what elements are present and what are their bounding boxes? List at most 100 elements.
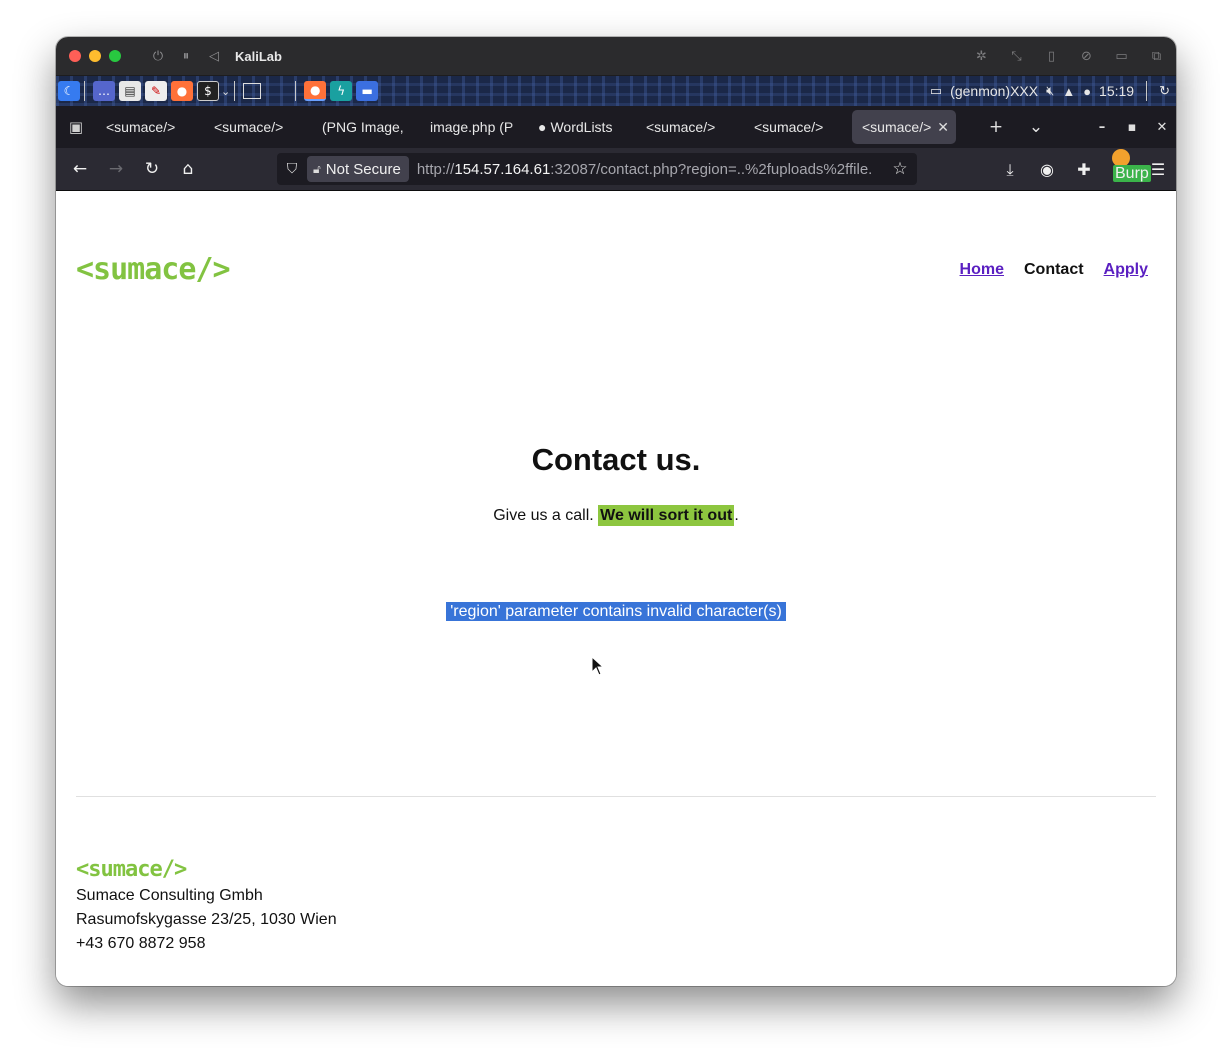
folder-icon[interactable]: ▭ (1114, 49, 1129, 64)
tab-label: <sumace/> (214, 119, 284, 135)
panel-separator (295, 81, 297, 101)
tab-bar: ▣ <sumace/> <sumace/> (PNG Image, image.… (56, 106, 1176, 148)
footer-logo: <sumace/> (76, 857, 187, 882)
editor-icon[interactable]: ✎ (145, 81, 167, 101)
reload-icon[interactable]: ↻ (134, 159, 170, 179)
url-host: 154.57.164.61 (454, 160, 551, 178)
tab-list-icon[interactable]: ▣ (56, 118, 96, 136)
chevron-down-icon[interactable]: ⌄ (221, 85, 230, 98)
url-text[interactable]: http://154.57.164.61:32087/contact.php?r… (417, 161, 873, 178)
account-icon[interactable]: ◉ (1037, 160, 1057, 179)
tab[interactable]: (PNG Image, (312, 110, 420, 144)
terminal-launcher-icon[interactable]: … (93, 81, 115, 101)
url-rest: :32087/contact.php?region=..%2fuploads%2… (550, 160, 873, 178)
panel-separator (234, 81, 236, 101)
tab-label: (PNG Image, (322, 119, 404, 135)
subtitle-highlight: We will sort it out (598, 505, 735, 526)
security-indicator[interactable]: 🔓︎ Not Secure (307, 156, 409, 182)
web-page: <sumace/> Home Contact Apply Contact us.… (56, 191, 1176, 986)
minimize-window-button[interactable] (89, 50, 101, 62)
burp-extension-icon[interactable]: Burp (1111, 148, 1151, 191)
insecure-lock-icon: 🔓︎ (313, 161, 321, 176)
tab[interactable]: image.php (P (420, 110, 528, 144)
tab[interactable]: <sumace/> (636, 110, 744, 144)
workspace-icon[interactable] (243, 83, 262, 99)
tab-active[interactable]: <sumace/> ✕ (852, 110, 956, 144)
monitor-icon[interactable]: ▭ (930, 83, 942, 99)
close-tab-icon[interactable]: ✕ (937, 119, 949, 136)
footer-phone: +43 670 8872 958 (76, 935, 206, 952)
tab-label: <sumace/> (106, 119, 176, 135)
footer-address: Rasumofskygasse 23/25, 1030 Wien (76, 911, 337, 928)
bookmark-star-icon[interactable]: ☆ (887, 153, 913, 185)
kali-panel: ☾ … ▤ ✎ ● $ ⌄ ● ϟ ▬ ▭ (genmon)XXX 🔇︎ ▲ ●… (56, 76, 1176, 106)
back-icon[interactable]: ← (62, 159, 98, 179)
home-icon[interactable]: ⌂ (170, 159, 206, 179)
network-icon[interactable]: ⊘ (1079, 49, 1094, 64)
subtitle-suffix: . (734, 507, 739, 524)
tab-label: image.php (P (430, 119, 514, 135)
url-bar[interactable]: ⛉ 🔓︎ Not Secure http://154.57.164.61:320… (277, 153, 917, 185)
files-icon[interactable]: ▤ (119, 81, 141, 101)
page-title: Contact us. (531, 442, 701, 477)
github-icon: ● (538, 119, 547, 135)
tab-label: <sumace/> (754, 119, 824, 135)
refresh-icon[interactable]: ↻ (1159, 83, 1170, 99)
security-label: Not Secure (325, 160, 401, 178)
subtitle: Give us a call. We will sort it out. (56, 505, 1176, 526)
resize-icon[interactable]: ⤡ (1009, 49, 1024, 64)
vm-titlebar: ⏻ ⏸ ◁ KaliLab ✲ ⤡ ▯ ⊘ ▭ ⧉ (56, 37, 1176, 76)
kali-menu-icon[interactable]: ☾ (58, 81, 80, 101)
tab[interactable]: ● WordLists (528, 110, 636, 144)
site-nav: Home Contact Apply (960, 261, 1148, 279)
new-tab-icon[interactable]: + (976, 117, 1016, 137)
nav-link-contact[interactable]: Contact (1024, 261, 1084, 279)
mute-icon[interactable]: 🔇︎ (1046, 83, 1054, 99)
genmon-status: (genmon)XXX (950, 83, 1039, 99)
nav-link-home[interactable]: Home (960, 261, 1004, 279)
download-icon[interactable]: ⤓ (1000, 160, 1020, 180)
extensions-icon[interactable]: ✚ (1074, 160, 1094, 179)
minimize-icon[interactable]: – (1096, 120, 1108, 135)
shield-icon[interactable]: ⛉ (277, 161, 307, 177)
workspace-icon[interactable] (269, 83, 287, 99)
zoom-window-button[interactable] (109, 50, 121, 62)
panel-separator (84, 81, 85, 101)
maximize-icon[interactable]: ▪ (1126, 120, 1138, 135)
usb-icon[interactable]: ▯ (1044, 49, 1059, 64)
chevron-down-icon[interactable]: ⌄ (1016, 117, 1056, 137)
notification-icon[interactable]: ▲ (1062, 84, 1075, 99)
tab-label: WordLists (550, 119, 613, 135)
power-icon[interactable]: ⏻ (151, 49, 165, 64)
back-icon[interactable]: ◁ (207, 49, 221, 64)
tab-label: <sumace/> (646, 119, 716, 135)
clock: 15:19 (1099, 83, 1135, 99)
vm-title: KaliLab (235, 48, 282, 64)
error-message: 'region' parameter contains invalid char… (56, 602, 1176, 621)
site-logo[interactable]: <sumace/> (76, 252, 231, 287)
tab[interactable]: <sumace/> (744, 110, 852, 144)
nav-link-apply[interactable]: Apply (1104, 261, 1148, 279)
window-icon[interactable]: ⧉ (1149, 49, 1164, 64)
nav-bar: ← → ↻ ⌂ ⛉ 🔓︎ Not Secure http://154.57.16… (56, 148, 1176, 191)
error-text: 'region' parameter contains invalid char… (446, 602, 786, 621)
update-icon[interactable]: ● (1083, 84, 1091, 99)
firefox-icon[interactable]: ● (171, 81, 193, 101)
pause-icon[interactable]: ⏸ (179, 49, 193, 64)
forward-icon[interactable]: → (98, 159, 134, 179)
subtitle-text: Give us a call. (493, 507, 594, 524)
burp-badge: Burp (1113, 164, 1151, 182)
burp-window-icon[interactable]: ϟ (330, 81, 353, 101)
footer-company: Sumace Consulting Gmbh (76, 887, 263, 904)
close-icon[interactable]: ✕ (1156, 120, 1168, 135)
tab-label: <sumace/> (862, 119, 932, 135)
close-window-button[interactable] (69, 50, 81, 62)
folder-window-icon[interactable]: ▬ (356, 81, 379, 101)
tab[interactable]: <sumace/> (96, 110, 204, 144)
vm-window: ⏻ ⏸ ◁ KaliLab ✲ ⤡ ▯ ⊘ ▭ ⧉ ☾ … ▤ ✎ ● $ ⌄ … (56, 37, 1176, 986)
firefox-window-icon[interactable]: ● (304, 81, 327, 101)
terminal-icon[interactable]: $ (197, 81, 219, 101)
tab[interactable]: <sumace/> (204, 110, 312, 144)
menu-icon[interactable]: ☰ (1148, 160, 1168, 179)
brightness-icon[interactable]: ✲ (974, 49, 989, 64)
